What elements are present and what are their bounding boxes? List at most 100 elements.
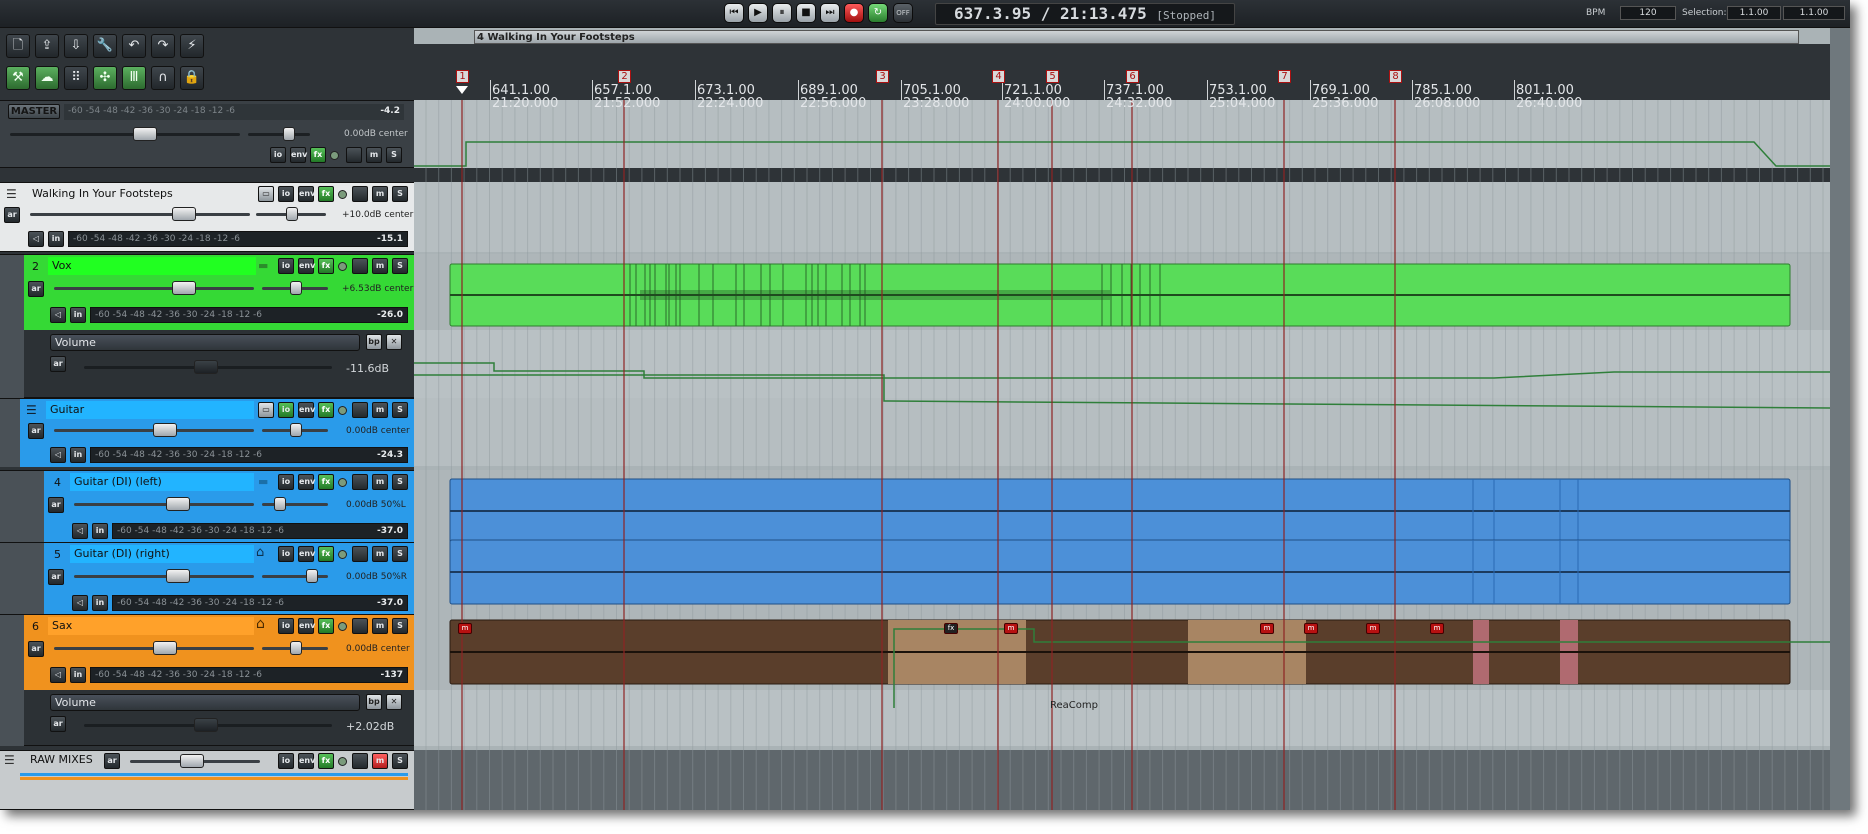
phase-button[interactable] xyxy=(352,186,368,202)
mute-button[interactable]: m xyxy=(372,186,388,202)
ruler-label[interactable]: 673.1.00 22:24.000 xyxy=(697,84,763,110)
track-name[interactable]: Guitar (DI) (right) xyxy=(70,545,254,563)
save-icon[interactable]: ⇩ xyxy=(64,34,88,58)
item-fx-badge-icon[interactable]: m xyxy=(458,623,472,634)
pan-knob[interactable] xyxy=(306,569,318,583)
folder-icon[interactable]: ☰ xyxy=(4,753,15,767)
env-button[interactable]: env xyxy=(298,546,315,562)
timeline-ruler[interactable]: 641.1.00 21:20.000 657.1.00 21:52.000 673.1.… xyxy=(414,44,1850,110)
close-envelope-icon[interactable]: ✕ xyxy=(386,694,402,710)
stop-button[interactable]: ■ xyxy=(796,3,816,23)
undo-icon[interactable]: ↶ xyxy=(122,34,146,58)
lock-icon[interactable]: 🔒 xyxy=(180,66,204,90)
solo-button[interactable]: S xyxy=(392,258,408,274)
go-to-end-button[interactable]: ⏭ xyxy=(820,3,840,23)
automation-off-button[interactable]: OFF xyxy=(893,3,913,23)
volume-knob[interactable] xyxy=(180,754,204,768)
ruler-label[interactable]: 737.1.00 24:32.000 xyxy=(1106,84,1172,110)
master-track[interactable]: MASTER -60 -54 -48 -42 -36 -30 -24 -18 -… xyxy=(0,100,414,168)
volume-slider[interactable] xyxy=(74,575,254,578)
envelope-knob[interactable] xyxy=(194,360,218,374)
phase-button[interactable] xyxy=(352,402,368,418)
io-button[interactable]: io xyxy=(278,402,294,418)
ruler-label[interactable]: 657.1.00 21:52.000 xyxy=(594,84,660,110)
monitor-button[interactable]: ◁ xyxy=(72,595,88,611)
input-button[interactable]: in xyxy=(70,667,86,683)
arm-button[interactable]: ar xyxy=(28,641,44,657)
arm-button[interactable]: ar xyxy=(4,207,20,223)
open-icon[interactable]: ⇪ xyxy=(35,34,59,58)
track-vox[interactable]: 2 Vox ▬ io env fx m S ar +6.53dB center … xyxy=(0,254,414,331)
volume-knob[interactable] xyxy=(153,641,177,655)
marker-4[interactable]: 4 xyxy=(992,70,1005,83)
mute-button[interactable]: m xyxy=(372,474,388,490)
solo-button[interactable]: S xyxy=(392,474,408,490)
wrench-icon[interactable]: 🔧 xyxy=(93,34,117,58)
env-button[interactable]: env xyxy=(298,753,315,769)
master-label[interactable]: MASTER xyxy=(8,104,60,119)
input-button[interactable]: in xyxy=(70,447,86,463)
monitor-button[interactable]: ◁ xyxy=(50,447,66,463)
metronome-icon[interactable]: ⚡ xyxy=(180,34,204,58)
master-env-button[interactable]: env xyxy=(290,147,307,163)
phase-button[interactable] xyxy=(352,753,368,769)
pause-button[interactable]: ⏸ xyxy=(772,3,792,23)
marker-6[interactable]: 6 xyxy=(1126,70,1139,83)
envelope-knob[interactable] xyxy=(194,718,218,732)
env-button[interactable]: env xyxy=(298,258,315,274)
master-solo-button[interactable]: S xyxy=(386,147,402,163)
edit-cursor-icon[interactable] xyxy=(456,86,468,94)
track-name[interactable]: RAW MIXES xyxy=(26,751,98,769)
track-walking-in-your-footsteps[interactable]: ☰ Walking In Your Footsteps ▭ io env fx … xyxy=(0,182,414,252)
envelope-arm-button[interactable]: ar xyxy=(50,716,66,732)
item-fx-badge-icon[interactable]: m xyxy=(1304,623,1318,634)
fx-button[interactable]: fx xyxy=(318,402,334,418)
bypass-button[interactable]: bp xyxy=(366,334,382,350)
folder-icon[interactable]: ☰ xyxy=(26,403,37,417)
record-button[interactable]: ● xyxy=(844,3,864,23)
magnet-icon[interactable]: ∩ xyxy=(151,66,175,90)
fx-button[interactable]: fx xyxy=(318,618,334,634)
marker-8[interactable]: 8 xyxy=(1389,70,1402,83)
arrange-canvas[interactable] xyxy=(414,28,1850,810)
vertical-scrollbar[interactable] xyxy=(1830,28,1850,810)
track-guitar[interactable]: ☰ Guitar ▭ io env fx m S ar 0.00dB cente… xyxy=(0,398,414,467)
play-button[interactable]: ▶ xyxy=(748,3,768,23)
arrange-view[interactable]: 4 Walking In Your Footsteps 641.1.00 21:2… xyxy=(414,28,1850,810)
io-button[interactable]: io xyxy=(278,618,294,634)
env-button[interactable]: env xyxy=(298,618,315,634)
volume-knob[interactable] xyxy=(166,497,190,511)
vox-volume-envelope-lane[interactable]: Volume bp ✕ ar -11.6dB xyxy=(0,330,414,398)
track-sax[interactable]: 6 Sax ⌂ io env fx m S ar 0.00dB center ◁… xyxy=(0,614,414,691)
io-button[interactable]: io xyxy=(278,546,294,562)
redo-icon[interactable]: ↷ xyxy=(151,34,175,58)
io-button[interactable]: io xyxy=(278,474,294,490)
item-fx-badge-icon[interactable]: m xyxy=(1366,623,1380,634)
input-button[interactable]: in xyxy=(92,595,108,611)
fx-button[interactable]: fx xyxy=(318,474,334,490)
input-button[interactable]: in xyxy=(92,523,108,539)
arm-button[interactable]: ar xyxy=(28,423,44,439)
master-mono-dot[interactable] xyxy=(330,151,339,160)
bpm-field[interactable]: 120 xyxy=(1620,6,1676,20)
monitor-button[interactable]: ◁ xyxy=(72,523,88,539)
track-name[interactable]: Guitar (DI) (left) xyxy=(70,473,254,491)
track-raw-mixes[interactable]: ☰ RAW MIXES ar io env fx m S xyxy=(0,750,414,810)
project-title-bar[interactable]: 4 Walking In Your Footsteps xyxy=(474,30,1799,44)
env-button[interactable]: env xyxy=(298,186,315,202)
folder-icon[interactable]: ☰ xyxy=(6,187,24,201)
envelope-name[interactable]: Volume xyxy=(50,334,360,351)
item-fx-badge-icon[interactable]: m xyxy=(1004,623,1018,634)
marker-2[interactable]: 2 xyxy=(618,70,631,83)
group-icon[interactable]: ☁ xyxy=(35,66,59,90)
track-name[interactable]: Guitar xyxy=(46,401,254,419)
phase-dot[interactable] xyxy=(338,478,347,487)
track-guitar-di-left[interactable]: 4 Guitar (DI) (left) ▬ io env fx m S ar … xyxy=(0,470,414,543)
volume-slider[interactable] xyxy=(54,287,254,290)
track-name[interactable]: Vox xyxy=(48,257,256,275)
master-pan-knob[interactable] xyxy=(283,127,295,141)
env-button[interactable]: env xyxy=(298,474,315,490)
master-volume-slider[interactable] xyxy=(10,133,240,136)
fx-button[interactable]: fx xyxy=(318,186,334,202)
phase-dot[interactable] xyxy=(338,550,347,559)
